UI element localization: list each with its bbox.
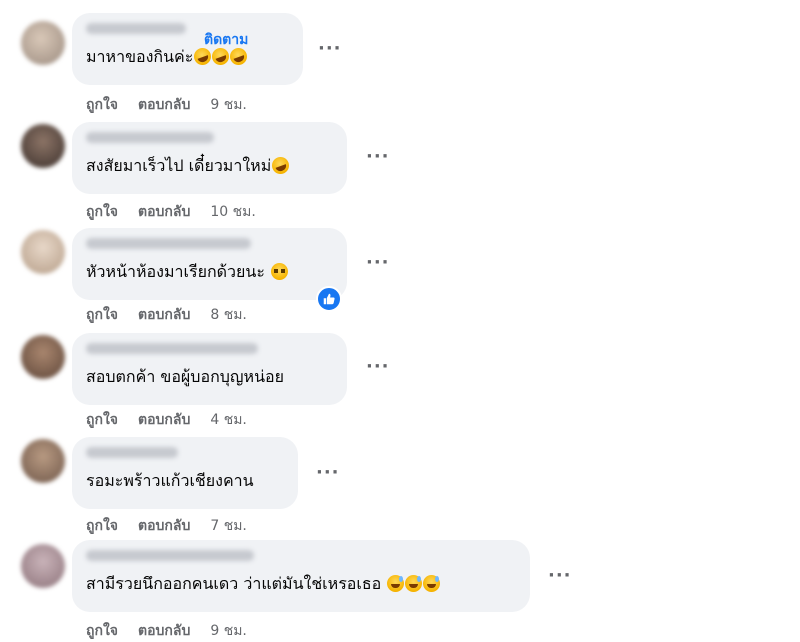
comment-actions: ถูกใจ ตอบกลับ 9 ชม. xyxy=(86,94,267,116)
avatar[interactable] xyxy=(21,544,65,588)
commenter-name[interactable] xyxy=(86,132,214,143)
like-button[interactable]: ถูกใจ xyxy=(86,623,118,639)
reply-button[interactable]: ตอบกลับ xyxy=(138,623,190,639)
avatar[interactable] xyxy=(21,335,65,379)
pleading-face-icon xyxy=(271,263,288,280)
laugh-cry-icon xyxy=(227,45,250,68)
comment-bubble: ติดตาม มาหาของกินค่ะ xyxy=(72,13,303,85)
commenter-name[interactable] xyxy=(86,238,251,249)
commenter-name[interactable] xyxy=(86,23,186,34)
comment-bubble: สามีรวยนึกออกคนเดว ว่าแต่มันใช่เหรอเธอ xyxy=(72,540,530,612)
thumbs-up-icon xyxy=(323,293,335,305)
comment-bubble: สอบตกค้า ขอผู้บอกบุญหน่อย xyxy=(72,333,347,405)
comment-actions: ถูกใจ ตอบกลับ 8 ชม. xyxy=(86,304,267,326)
comment-bubble: หัวหน้าห้องมาเรียกด้วยนะ xyxy=(72,228,347,300)
comment-bubble: สงสัยมาเร็วไป เดี๋ยวมาใหม่ xyxy=(72,122,347,194)
comment-text: สงสัยมาเร็วไป เดี๋ยวมาใหม่ xyxy=(86,154,292,179)
avatar[interactable] xyxy=(21,124,65,168)
comment-text: หัวหน้าห้องมาเรียกด้วยนะ xyxy=(86,260,288,285)
more-options-button[interactable]: ··· xyxy=(366,356,390,377)
comment-actions: ถูกใจ ตอบกลับ 4 ชม. xyxy=(86,409,267,431)
reply-button[interactable]: ตอบกลับ xyxy=(138,518,190,534)
timestamp[interactable]: 7 ชม. xyxy=(210,518,247,534)
grinning-sweat-icon xyxy=(405,575,423,592)
grinning-sweat-icon xyxy=(423,575,441,592)
timestamp[interactable]: 8 ชม. xyxy=(210,307,247,323)
commenter-name[interactable] xyxy=(86,550,254,561)
timestamp[interactable]: 9 ชม. xyxy=(210,97,247,113)
avatar[interactable] xyxy=(21,439,65,483)
commenter-name[interactable] xyxy=(86,343,258,354)
avatar[interactable] xyxy=(21,21,65,65)
laugh-cry-icon xyxy=(269,154,292,177)
comment-bubble: รอมะพร้าวแก้วเชียงคาน xyxy=(72,437,298,509)
comment-text: รอมะพร้าวแก้วเชียงคาน xyxy=(86,471,254,490)
like-button[interactable]: ถูกใจ xyxy=(86,204,118,220)
commenter-name[interactable] xyxy=(86,447,178,458)
grinning-sweat-icon xyxy=(387,575,405,592)
comment-actions: ถูกใจ ตอบกลับ 9 ชม. xyxy=(86,620,267,642)
avatar[interactable] xyxy=(21,230,65,274)
like-button[interactable]: ถูกใจ xyxy=(86,307,118,323)
like-button[interactable]: ถูกใจ xyxy=(86,412,118,428)
like-button[interactable]: ถูกใจ xyxy=(86,97,118,113)
comment-text: สามีรวยนึกออกคนเดว ว่าแต่มันใช่เหรอเธอ xyxy=(86,572,441,597)
comment-text: มาหาของกินค่ะ xyxy=(86,45,250,70)
comment-text: สอบตกค้า ขอผู้บอกบุญหน่อย xyxy=(86,367,285,386)
more-options-button[interactable]: ··· xyxy=(366,252,390,273)
laugh-cry-icon xyxy=(209,45,232,68)
reply-button[interactable]: ตอบกลับ xyxy=(138,97,190,113)
timestamp[interactable]: 4 ชม. xyxy=(210,412,247,428)
more-options-button[interactable]: ··· xyxy=(316,462,340,483)
comment-actions: ถูกใจ ตอบกลับ 7 ชม. xyxy=(86,515,267,537)
comment-actions: ถูกใจ ตอบกลับ 10 ชม. xyxy=(86,201,276,223)
laugh-cry-icon xyxy=(191,45,214,68)
like-button[interactable]: ถูกใจ xyxy=(86,518,118,534)
timestamp[interactable]: 9 ชม. xyxy=(210,623,247,639)
reaction-badge[interactable] xyxy=(316,286,342,312)
more-options-button[interactable]: ··· xyxy=(318,38,342,59)
reply-button[interactable]: ตอบกลับ xyxy=(138,204,190,220)
reply-button[interactable]: ตอบกลับ xyxy=(138,412,190,428)
more-options-button[interactable]: ··· xyxy=(548,565,572,586)
more-options-button[interactable]: ··· xyxy=(366,146,390,167)
reply-button[interactable]: ตอบกลับ xyxy=(138,307,190,323)
timestamp[interactable]: 10 ชม. xyxy=(210,204,255,220)
